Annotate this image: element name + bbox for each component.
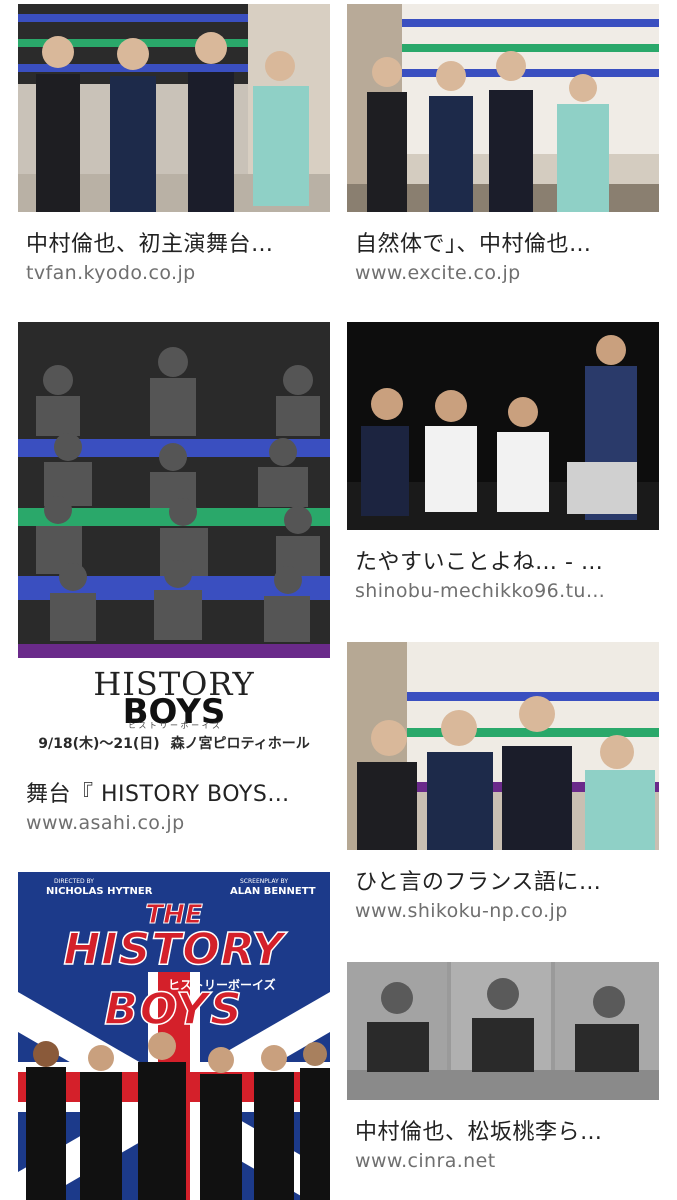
result-title[interactable]: たやすいことよね… - … [355, 544, 655, 576]
film-writer-label: SCREENPLAY BY [240, 878, 288, 885]
press-photo-image [347, 642, 659, 850]
result-title[interactable]: 中村倫也、初主演舞台… [26, 226, 326, 258]
result-thumbnail[interactable]: DIRECTED BY NICHOLAS HYTNER SCREENPLAY B… [18, 872, 330, 1200]
poster-dates: 9/18(木)〜21(日) [38, 736, 160, 752]
result-card[interactable]: たやすいことよね… - … shinobu-mechikko96.tu… [347, 322, 659, 612]
result-thumbnail[interactable]: HISTORY BOYS ヒ ス ト リ ー ボ ー イ ズ 9/18(木)〜2… [18, 322, 330, 760]
result-card[interactable]: ひと言のフランス語に… www.shikoku-np.co.jp [347, 642, 659, 932]
film-title-boys: BOYS [104, 983, 244, 1036]
result-source: shinobu-mechikko96.tu… [355, 580, 606, 602]
result-thumbnail[interactable] [347, 962, 659, 1100]
film-writer: ALAN BENNETT [230, 886, 316, 897]
result-thumbnail[interactable] [347, 4, 659, 212]
result-title[interactable]: ひと言のフランス語に… [355, 864, 655, 896]
rehearsal-photo-image [347, 322, 659, 530]
press-photo-image [347, 4, 659, 212]
result-title[interactable]: 舞台『 HISTORY BOYS… [26, 776, 326, 808]
result-source: tvfan.kyodo.co.jp [26, 262, 196, 284]
result-thumbnail[interactable] [347, 642, 659, 850]
result-thumbnail[interactable] [18, 4, 330, 212]
result-card[interactable]: DIRECTED BY NICHOLAS HYTNER SCREENPLAY B… [18, 872, 330, 1200]
film-director-label: DIRECTED BY [54, 878, 94, 885]
result-source: www.cinra.net [355, 1150, 496, 1172]
result-source: www.shikoku-np.co.jp [355, 900, 568, 922]
result-title[interactable]: 中村倫也、松坂桃李ら… [355, 1114, 655, 1146]
film-title-history: HISTORY [63, 923, 285, 976]
result-thumbnail[interactable] [347, 322, 659, 530]
poster-katakana: ヒ ス ト リ ー ボ ー イ ズ [127, 721, 221, 730]
press-photo-image [18, 4, 330, 212]
result-card[interactable]: 中村倫也、初主演舞台… tvfan.kyodo.co.jp [18, 4, 330, 294]
portrait-photo-image [347, 962, 659, 1100]
result-card[interactable]: HISTORY BOYS ヒ ス ト リ ー ボ ー イ ズ 9/18(木)〜2… [18, 322, 330, 842]
result-card[interactable]: 中村倫也、松坂桃李ら… www.cinra.net [347, 962, 659, 1200]
result-card[interactable]: 自然体で」、中村倫也… www.excite.co.jp [347, 4, 659, 294]
poster-dates-line: 9/18(木)〜21(日) 森ノ宮ピロティホール [18, 733, 330, 753]
film-director: NICHOLAS HYTNER [46, 886, 153, 897]
poster-venue: 森ノ宮ピロティホール [170, 736, 310, 752]
result-source: www.asahi.co.jp [26, 812, 185, 834]
result-title[interactable]: 自然体で」、中村倫也… [355, 226, 655, 258]
result-source: www.excite.co.jp [355, 262, 521, 284]
